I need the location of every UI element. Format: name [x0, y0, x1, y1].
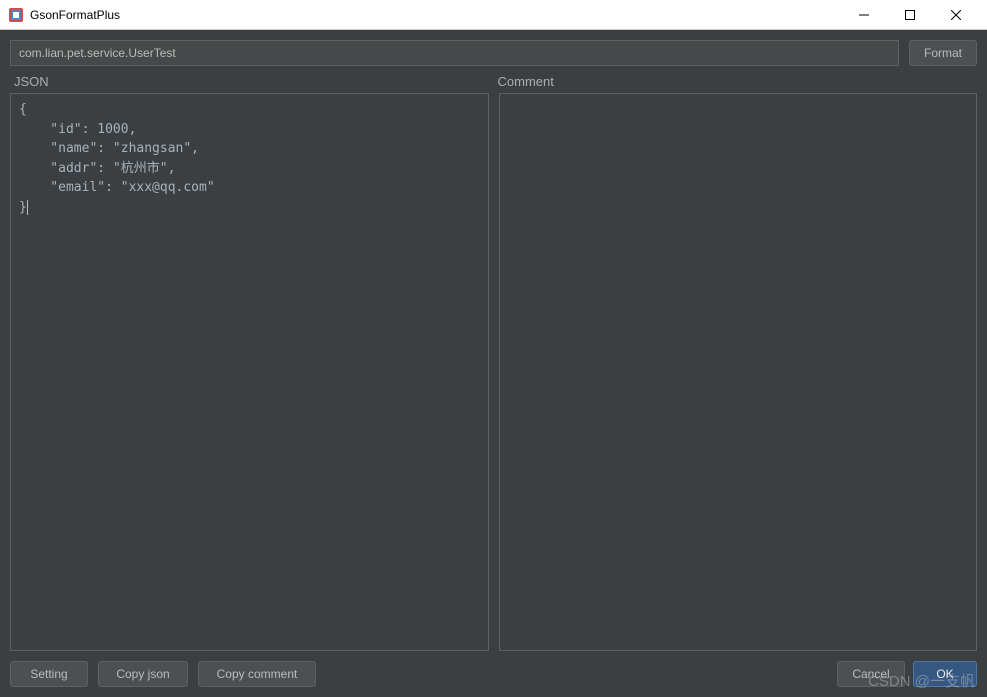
json-editor[interactable]: { "id": 1000, "name": "zhangsan", "addr"… [10, 93, 489, 651]
format-button[interactable]: Format [909, 40, 977, 66]
class-path-input[interactable] [10, 40, 899, 66]
bottom-row: Setting Copy json Copy comment Cancel OK [10, 661, 977, 687]
setting-button[interactable]: Setting [10, 661, 88, 687]
copy-comment-button[interactable]: Copy comment [198, 661, 316, 687]
maximize-button[interactable] [887, 0, 933, 30]
titlebar: GsonFormatPlus [0, 0, 987, 30]
editors-row: { "id": 1000, "name": "zhangsan", "addr"… [10, 93, 977, 651]
bottom-right-buttons: Cancel OK [837, 661, 977, 687]
json-text: { "id": 1000, "name": "zhangsan", "addr"… [19, 102, 215, 215]
labels-row: JSON Comment [10, 74, 977, 89]
text-cursor [27, 200, 28, 215]
copy-json-button[interactable]: Copy json [98, 661, 188, 687]
close-button[interactable] [933, 0, 979, 30]
comment-label: Comment [494, 74, 978, 89]
json-label: JSON [10, 74, 494, 89]
minimize-button[interactable] [841, 0, 887, 30]
top-row: Format [10, 40, 977, 66]
content-area: Format JSON Comment { "id": 1000, "name"… [0, 30, 987, 697]
bottom-left-buttons: Setting Copy json Copy comment [10, 661, 316, 687]
cancel-button[interactable]: Cancel [837, 661, 905, 687]
comment-editor[interactable] [499, 93, 978, 651]
app-icon [8, 7, 24, 23]
window-title: GsonFormatPlus [30, 8, 841, 22]
ok-button[interactable]: OK [913, 661, 977, 687]
window-controls [841, 0, 979, 30]
